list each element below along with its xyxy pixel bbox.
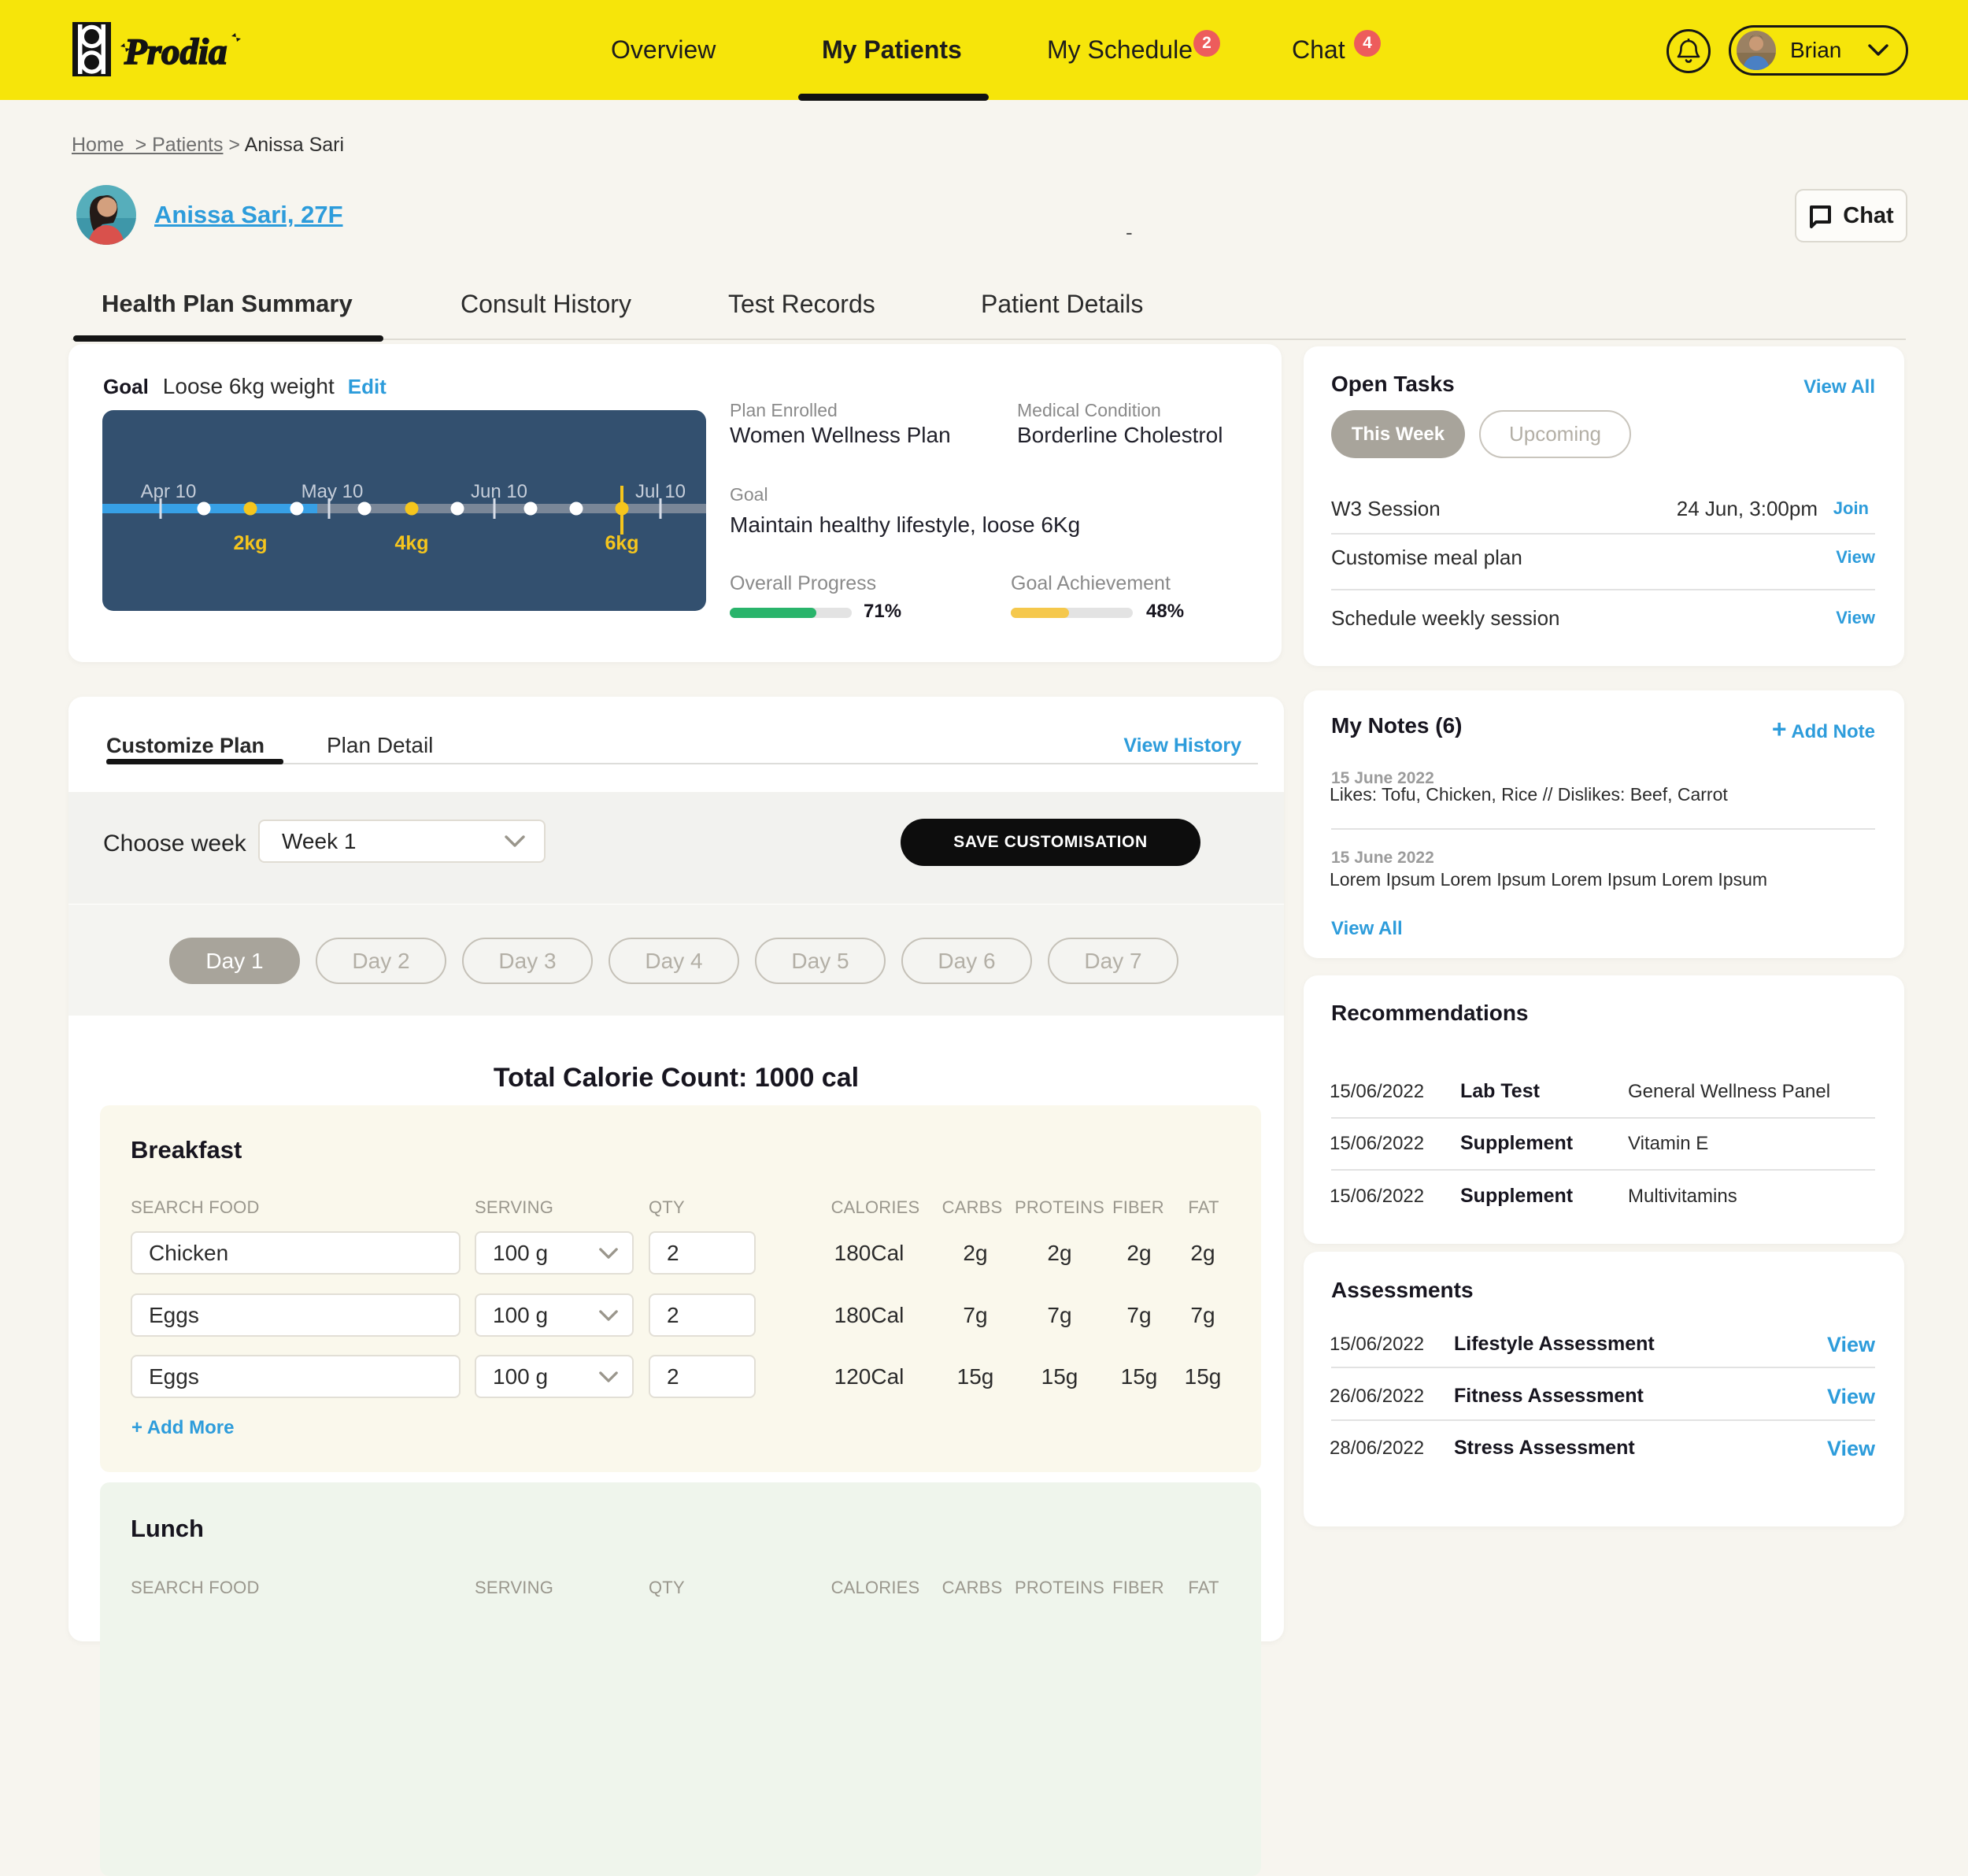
svg-text:Prodia: Prodia [124, 31, 228, 72]
